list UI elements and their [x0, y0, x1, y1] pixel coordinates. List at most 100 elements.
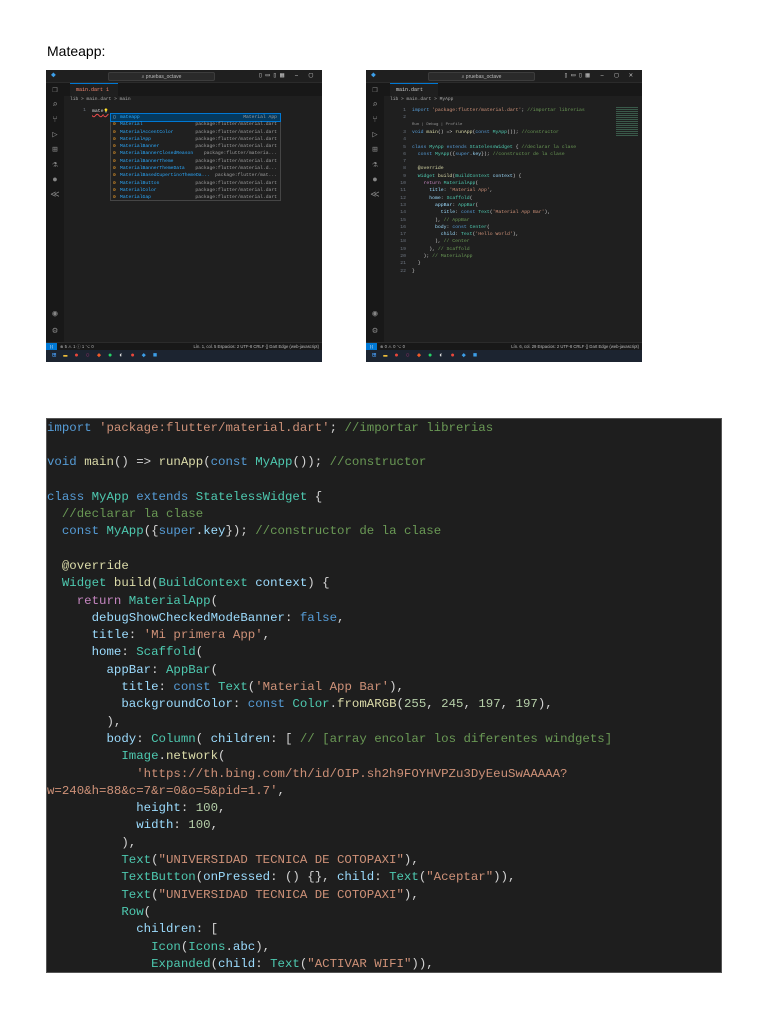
whatsapp-icon[interactable]: ● [108, 352, 119, 360]
suggestion-item[interactable]: ⚙ Material package:flutter/material.dart [111, 121, 280, 128]
codelens[interactable]: Run | Debug | Profile [412, 123, 462, 127]
opera-icon[interactable]: ○ [86, 352, 97, 360]
code-token: 'Material App Bar' [255, 680, 390, 694]
line-number: 2 [403, 115, 406, 121]
code-token: children [210, 731, 271, 746]
code-line: class MyApp extends StatelessWidget { [47, 489, 322, 506]
code-token: ), [389, 680, 404, 694]
settings-gear-icon[interactable]: ⚙ [46, 324, 64, 339]
code-token: return [47, 593, 129, 608]
explorer-icon[interactable]: ❐ [366, 83, 384, 98]
editor-tabs: main.dart [384, 83, 642, 96]
layout-window-controls[interactable]: ▯▭▯▦ – ▢ ✕ [564, 72, 636, 80]
whatsapp-icon[interactable]: ● [428, 352, 439, 360]
testing-icon[interactable]: ⚗ [46, 158, 64, 173]
steam-icon[interactable]: ◐ [439, 352, 450, 360]
code-token: extends [136, 489, 196, 504]
line-number: 7 [403, 159, 406, 165]
opera-icon[interactable]: ○ [406, 352, 417, 360]
code-token: runApp [158, 455, 204, 470]
code-token: //importar librerias [527, 108, 585, 113]
search-icon[interactable]: ⌕ [366, 98, 384, 113]
github-icon[interactable]: ● [46, 173, 64, 188]
suggestion-item[interactable]: ⚙ MaterialButton package:flutter/material.… [111, 180, 280, 187]
chrome-icon[interactable]: ● [450, 352, 461, 360]
code-line: body: Column( children: [ // [array enco… [47, 731, 612, 748]
suggestion-item[interactable]: ⚙ MaterialBannerClosedReason package:flutt… [111, 150, 280, 157]
explorer-icon[interactable]: ❐ [46, 83, 64, 98]
vscode-taskbar-icon[interactable]: ◆ [142, 352, 153, 360]
suggestion-item[interactable]: ⚙ MaterialApp package:flutter/material.dar… [111, 136, 280, 143]
suggestion-item[interactable]: ⚙ MaterialGap package:flutter/material.dar… [111, 194, 280, 201]
brave-icon[interactable]: ◆ [97, 352, 108, 360]
code-token: TextButton [47, 870, 196, 885]
code-line: title: 'Material App', [412, 188, 492, 193]
code-token: appBar [47, 662, 152, 677]
flutter-icon[interactable]: ≪ [46, 188, 64, 203]
code-token: title [412, 210, 456, 216]
app-taskbar-icon[interactable]: ■ [473, 352, 484, 360]
app-taskbar-icon[interactable]: ■ [153, 352, 164, 360]
chrome-icon[interactable]: ● [130, 352, 141, 360]
vscode-taskbar-icon[interactable]: ◆ [462, 352, 473, 360]
code-token: StatelessWidget [195, 489, 315, 504]
code-token: , [426, 697, 442, 712]
run-debug-icon[interactable]: ▷ [46, 128, 64, 143]
code-token: ), [412, 217, 444, 223]
suggestion-item[interactable]: ⚙ MaterialBanner package:flutter/material.… [111, 143, 280, 150]
run-debug-icon[interactable]: ▷ [366, 128, 384, 143]
suggestion-item[interactable]: ▢ mateapp Material App [110, 112, 281, 123]
code-token: debugShowCheckedModeBanner [47, 610, 285, 625]
tab-main-dart[interactable]: main.dart 1 [70, 83, 118, 96]
problems-count[interactable]: ⊗ 5 ⚠ 1 ⓘ 1 ⌥ 0 [60, 343, 94, 350]
testing-icon[interactable]: ⚗ [366, 158, 384, 173]
code-token: , [218, 801, 226, 816]
code-token: 'package:flutter/material.dart' [432, 108, 522, 113]
line-number: 22 [400, 268, 406, 274]
file-explorer-icon[interactable]: ▬ [383, 352, 394, 360]
suggestion-item[interactable]: ⚙ MaterialBasedCupertinoThemeDa... package… [111, 172, 280, 179]
lightbulb-icon[interactable]: 💡 [104, 110, 109, 114]
line-number: 10 [400, 181, 406, 186]
suggestion-item[interactable]: ⚙ MaterialColor package:flutter/material.d… [111, 187, 280, 194]
line-number: 8 [403, 166, 406, 172]
settings-gear-icon[interactable]: ⚙ [366, 324, 384, 339]
status-info[interactable]: Lín. 6, col. 29 Espacios: 2 UTF-8 CRLF {… [511, 343, 639, 350]
status-info[interactable]: Lín. 1, col. 5 Espacios: 2 UTF-8 CRLF {}… [194, 343, 319, 350]
flutter-icon[interactable]: ≪ [366, 188, 384, 203]
layout-window-controls[interactable]: ▯▭▯▦ – ▢ [258, 72, 316, 80]
suggestion-label: MaterialColor [120, 187, 157, 193]
command-center-search[interactable]: ⌕ pruebas_octave [428, 72, 535, 81]
code-editor[interactable]: 1 import 'package:flutter/material.dart';… [384, 106, 642, 342]
source-control-icon[interactable]: ⑂ [46, 113, 64, 128]
account-icon[interactable]: ◉ [366, 307, 384, 322]
steam-icon[interactable]: ◐ [119, 352, 130, 360]
chrome-icon[interactable]: ● [394, 352, 405, 360]
source-control-icon[interactable]: ⑂ [366, 113, 384, 128]
windows-start-icon[interactable]: ⊞ [52, 352, 63, 360]
search-icon[interactable]: ⌕ [46, 98, 64, 113]
windows-start-icon[interactable]: ⊞ [372, 352, 383, 360]
chrome-icon[interactable]: ● [74, 352, 85, 360]
code-line: return MaterialApp( [47, 593, 218, 610]
status-bar: ⟩⟨ ⊗ 0 ⚠ 0 ⌥ 0 Lín. 6, col. 29 Espacios:… [366, 342, 642, 351]
code-token: Column [151, 731, 196, 746]
code-line: TextButton(onPressed: () {}, child: Text… [47, 869, 515, 886]
suggestion-label: MaterialApp [120, 136, 151, 142]
extensions-icon[interactable]: ⊞ [46, 143, 64, 158]
suggestion-item[interactable]: ⚙ MaterialBannerThemeData package:flutter/… [111, 165, 280, 172]
brave-icon[interactable]: ◆ [417, 352, 428, 360]
account-icon[interactable]: ◉ [46, 307, 64, 322]
line-number: 5 [403, 144, 406, 150]
github-icon[interactable]: ● [366, 173, 384, 188]
problems-count[interactable]: ⊗ 0 ⚠ 0 ⌥ 0 [380, 343, 405, 350]
tab-main-dart[interactable]: main.dart [390, 83, 438, 96]
code-token: ), [537, 697, 553, 712]
suggestion-item[interactable]: ⚙ MaterialBannerTheme package:flutter/mate… [111, 158, 280, 165]
autocomplete-suggestions: ▢ mateapp Material App ⚙ Material package:flu… [110, 112, 281, 201]
code-token: const [412, 151, 436, 157]
suggestion-item[interactable]: ⚙ MaterialAccentColor package:flutter/mate… [111, 129, 280, 136]
extensions-icon[interactable]: ⊞ [366, 143, 384, 158]
file-explorer-icon[interactable]: ▬ [63, 352, 74, 360]
command-center-search[interactable]: ⌕ pruebas_octave [108, 72, 215, 81]
